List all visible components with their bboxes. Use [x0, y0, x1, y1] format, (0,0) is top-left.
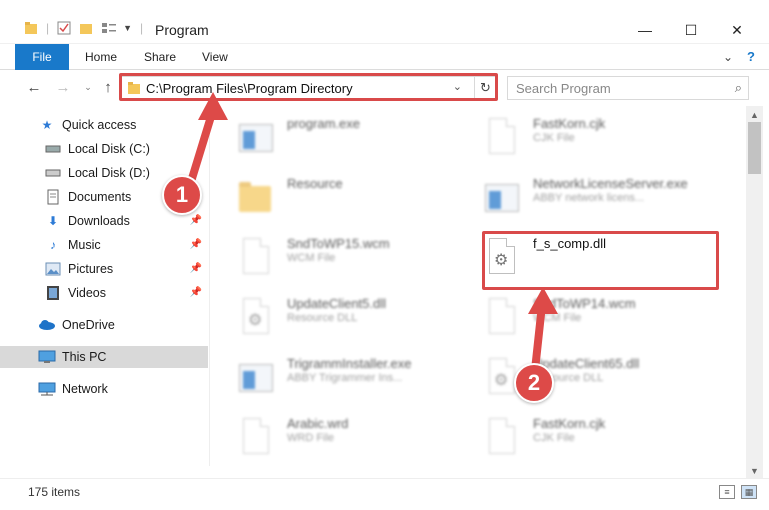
arrow-2 — [531, 301, 546, 374]
annotation-arrows — [186, 92, 558, 374]
arrow-1 — [186, 106, 217, 189]
arrow-1-head — [198, 92, 228, 120]
step-1-badge: 1 — [162, 175, 202, 215]
step-2-badge: 2 — [514, 363, 554, 403]
arrow-2-head — [528, 287, 558, 314]
